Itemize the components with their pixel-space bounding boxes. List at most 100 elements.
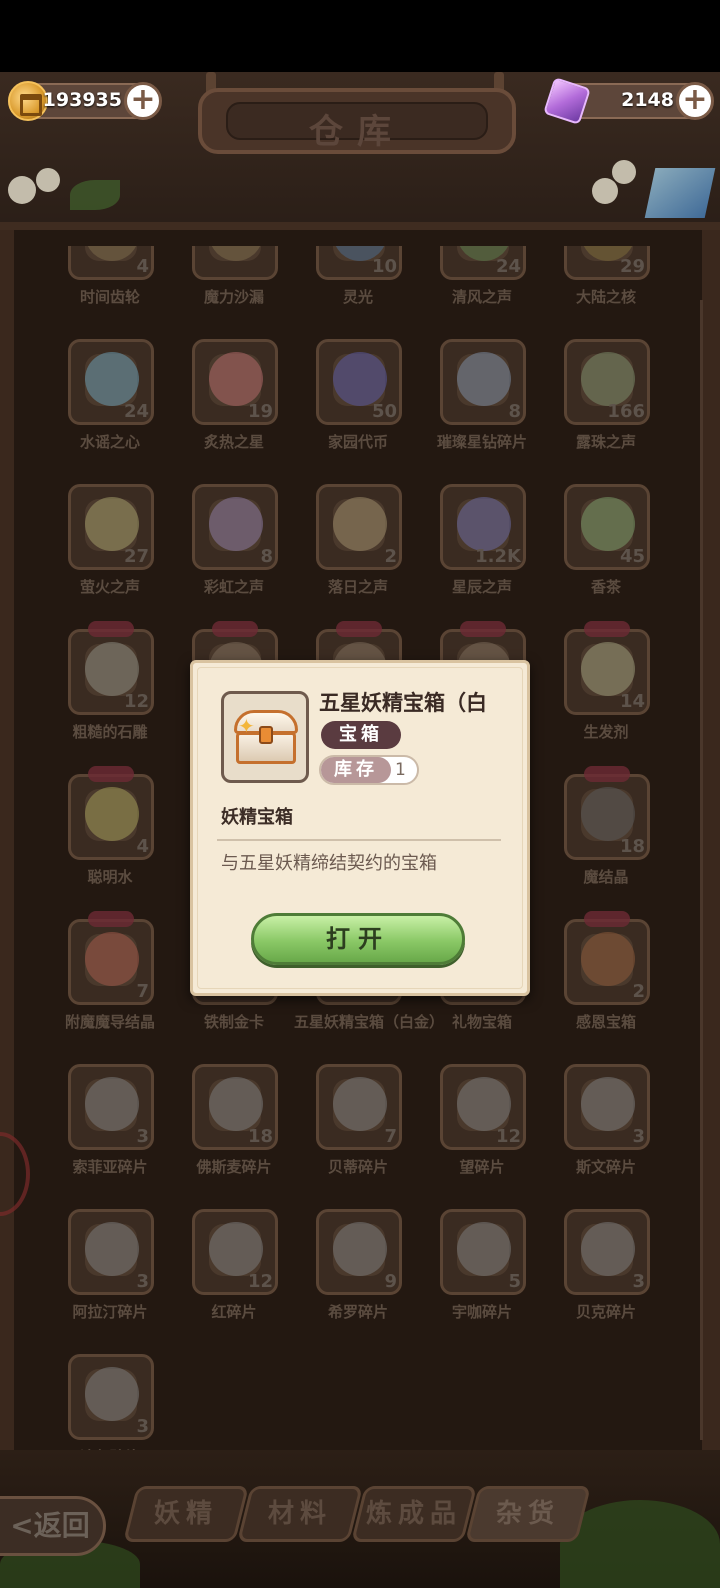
item-slot: 2: [316, 484, 402, 570]
item-slot: 5: [440, 1209, 526, 1295]
item-name: 斯文碎片: [575, 1158, 636, 1176]
inventory-item[interactable]: 24 清风之声: [430, 246, 534, 330]
inventory-item[interactable]: 4 聪明水: [58, 766, 162, 910]
item-count: 2: [632, 981, 645, 1002]
tab-misc[interactable]: 杂货: [465, 1486, 591, 1542]
item-count: 45: [619, 546, 645, 567]
item-count: 50: [371, 401, 397, 422]
item-icon: [581, 787, 635, 841]
item-name: 萤火之声: [79, 578, 140, 596]
add-coins-button[interactable]: +: [124, 82, 162, 120]
item-name: 粗糙的石雕: [72, 723, 148, 741]
item-slot: 7: [316, 1064, 402, 1150]
stock-indicator: 库存 1: [319, 755, 419, 785]
add-gems-button[interactable]: +: [676, 82, 714, 120]
inventory-item[interactable]: 8 彩虹之声: [182, 484, 286, 620]
item-name: 宇咖碎片: [451, 1303, 512, 1321]
item-count: 12: [495, 1126, 521, 1147]
item-slot: 12: [192, 1209, 278, 1295]
item-count: 3: [136, 1126, 149, 1147]
item-count: 3: [136, 1416, 149, 1437]
item-count: 18: [619, 836, 645, 857]
item-icon: [209, 246, 263, 261]
inventory-item[interactable]: 14 生发剂: [554, 621, 658, 765]
item-icon: [333, 1222, 387, 1276]
item-icon: [85, 932, 139, 986]
inventory-item[interactable]: 50 家园代币: [306, 339, 410, 475]
inventory-item[interactable]: 7 附魔魔导结晶: [58, 911, 162, 1055]
item-count: 12: [123, 691, 149, 712]
tab-alchemy[interactable]: 炼成品: [351, 1486, 477, 1542]
inventory-item[interactable]: 12 红碎片: [182, 1209, 286, 1345]
item-count: 3: [632, 1271, 645, 1292]
treasure-chest-icon: ✦: [234, 710, 298, 764]
inventory-item[interactable]: 166 露珠之声: [554, 339, 658, 475]
item-icon: [457, 497, 511, 551]
tab-materials[interactable]: 材料: [237, 1486, 363, 1542]
ribbon-bow-icon: [460, 621, 506, 637]
item-slot: 3: [564, 1209, 650, 1295]
inventory-item[interactable]: 18 魔结晶: [554, 766, 658, 910]
inventory-item[interactable]: 2 落日之声: [306, 484, 410, 620]
item-name: 希罗碎片: [327, 1303, 388, 1321]
tab-alchemy-label: 炼成品: [365, 1499, 462, 1529]
inventory-item[interactable]: 12 望碎片: [430, 1064, 534, 1200]
inventory-item[interactable]: 18 佛斯麦碎片: [182, 1064, 286, 1200]
item-name: 璀璨星钻碎片: [436, 433, 527, 451]
coin-value: 193935: [42, 89, 122, 111]
item-slot: 3: [68, 1209, 154, 1295]
item-slot: 24: [440, 246, 526, 280]
item-title: 五星妖精宝箱（白: [319, 691, 487, 715]
flower-decoration: [612, 160, 636, 184]
item-count: 4: [136, 836, 149, 857]
ribbon-bow-icon: [88, 621, 134, 637]
item-slot: 9: [316, 1209, 402, 1295]
item-slot: 4: [68, 774, 154, 860]
tab-fairy[interactable]: 妖精: [123, 1486, 249, 1542]
inventory-item[interactable]: 1.2K 星辰之声: [430, 484, 534, 620]
item-slot: [192, 246, 278, 280]
item-count: 8: [508, 401, 521, 422]
flower-decoration: [8, 176, 36, 204]
inventory-item[interactable]: 3 斯文碎片: [554, 1064, 658, 1200]
item-name: 感恩宝箱: [575, 1013, 636, 1031]
inventory-item[interactable]: 3 阿拉汀碎片: [58, 1209, 162, 1345]
back-button[interactable]: <返回: [0, 1496, 106, 1556]
item-icon: [333, 497, 387, 551]
scroll-track[interactable]: [700, 300, 703, 1440]
inventory-item[interactable]: 24 水谣之心: [58, 339, 162, 475]
inventory-item[interactable]: 4 时间齿轮: [58, 246, 162, 330]
item-name: 聪明水: [87, 868, 133, 886]
inventory-item[interactable]: 魔力沙漏: [182, 246, 286, 330]
inventory-item[interactable]: 3 索菲亚碎片: [58, 1064, 162, 1200]
inventory-item[interactable]: 29 大陆之核: [554, 246, 658, 330]
item-count: 27: [123, 546, 149, 567]
inventory-item[interactable]: 2 感恩宝箱: [554, 911, 658, 1055]
inventory-item[interactable]: 3 贝克碎片: [554, 1209, 658, 1345]
inventory-item[interactable]: 5 宇咖碎片: [430, 1209, 534, 1345]
inventory-item[interactable]: 19 炙热之星: [182, 339, 286, 475]
inventory-item[interactable]: 9 希罗碎片: [306, 1209, 410, 1345]
inventory-item[interactable]: 8 璀璨星钻碎片: [430, 339, 534, 475]
item-icon: [85, 1222, 139, 1276]
crystal-decoration: [644, 168, 716, 218]
inventory-item[interactable]: 27 萤火之声: [58, 484, 162, 620]
inventory-item[interactable]: 45 香茶: [554, 484, 658, 620]
ribbon-bow-icon: [584, 766, 630, 782]
item-icon: [457, 352, 511, 406]
item-name: 贝蒂碎片: [327, 1158, 388, 1176]
item-icon: [209, 1222, 263, 1276]
flower-decoration: [592, 178, 618, 204]
inventory-item[interactable]: 10 灵光: [306, 246, 410, 330]
item-icon: [209, 352, 263, 406]
inventory-item[interactable]: 12 粗糙的石雕: [58, 621, 162, 765]
tab-fairy-label: 妖精: [153, 1499, 218, 1529]
item-name: 铁制金卡: [203, 1013, 264, 1031]
open-button[interactable]: 打开: [251, 913, 465, 965]
item-count: 9: [384, 1271, 397, 1292]
item-name: 香茶: [590, 578, 621, 596]
inventory-item[interactable]: 7 贝蒂碎片: [306, 1064, 410, 1200]
item-name: 时间齿轮: [79, 288, 140, 306]
item-slot: 7: [68, 919, 154, 1005]
item-icon: [85, 1367, 139, 1421]
